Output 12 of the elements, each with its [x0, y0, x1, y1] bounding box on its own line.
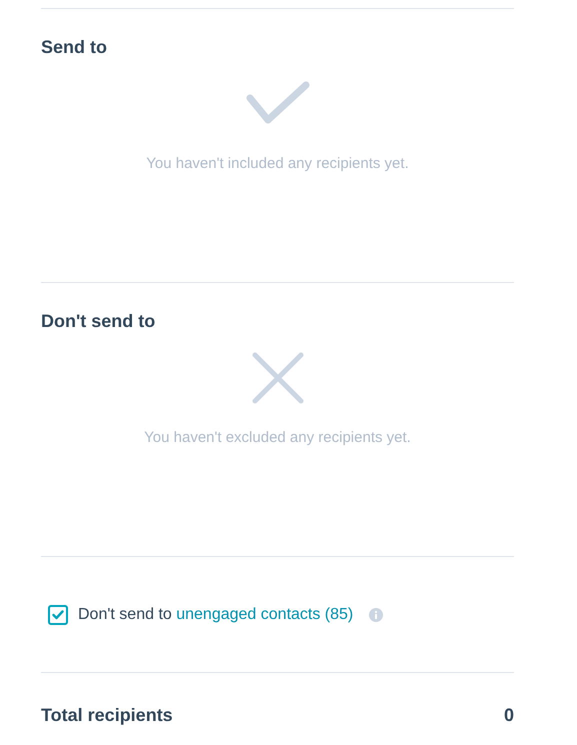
option-label: Don't send to: [78, 606, 172, 622]
empty-message: You haven't excluded any recipients yet.: [144, 428, 411, 448]
section-title: Send to: [41, 36, 108, 59]
section-title: Don't send to: [41, 310, 156, 333]
total-label: Total recipients: [41, 704, 173, 727]
checkbox[interactable]: [48, 604, 68, 624]
checkmark-icon: [52, 610, 64, 620]
unengaged-contacts-link[interactable]: unengaged contacts (85): [176, 606, 354, 622]
x-icon: [250, 351, 304, 405]
info-icon: [369, 608, 384, 622]
empty-message: You haven't included any recipients yet.: [146, 154, 409, 174]
total-value: 0: [504, 704, 514, 727]
